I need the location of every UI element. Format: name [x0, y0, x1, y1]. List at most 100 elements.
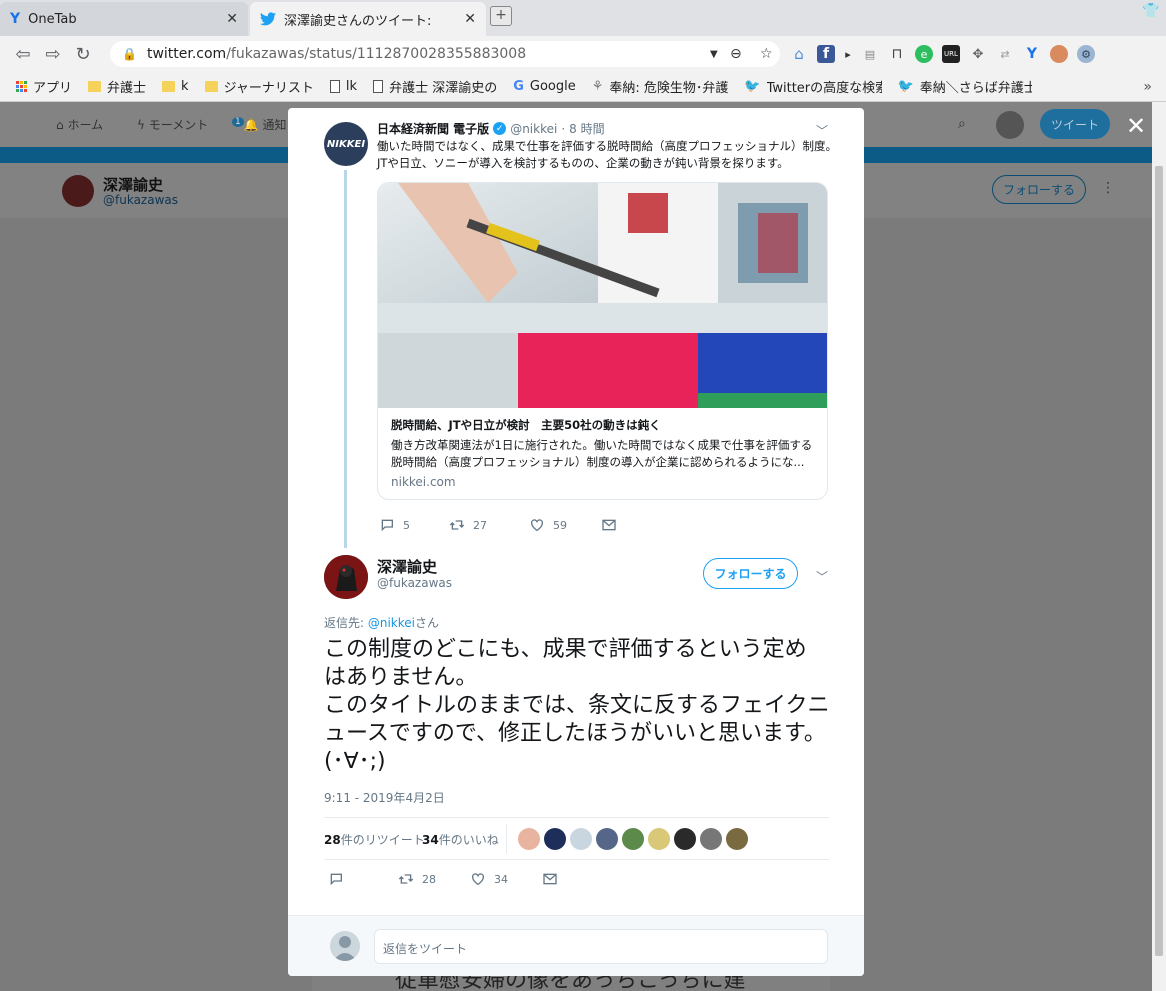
reload-icon[interactable]: ↻ — [68, 44, 98, 65]
close-tab-icon[interactable]: ✕ — [226, 11, 238, 27]
chevron-down-icon[interactable]: ﹀ — [816, 568, 828, 585]
more-icon[interactable]: ⋮ — [1101, 180, 1115, 196]
mail-icon — [543, 873, 557, 885]
retweet-stat[interactable]: 28件のリツイート — [324, 831, 425, 848]
liker-avatar[interactable] — [544, 828, 566, 850]
liker-avatar[interactable] — [570, 828, 592, 850]
nav-notifications[interactable]: 1 🔔 通知 — [232, 116, 287, 133]
fukazawa-avatar[interactable] — [324, 555, 368, 599]
home-icon[interactable]: ⌂ — [790, 45, 808, 63]
apps-grid-icon — [16, 81, 27, 92]
y-icon[interactable]: Y — [1023, 45, 1041, 63]
lock-icon: 🔒 — [122, 47, 137, 61]
scrollbar-thumb[interactable] — [1155, 166, 1163, 956]
bookmark-label: lk — [345, 79, 358, 94]
bookmark-label: 弁護士 深澤諭史の — [389, 81, 498, 96]
address-bar[interactable]: 🔒 twitter.com/fukazawas/status/111287002… — [110, 41, 780, 67]
bookmark-twitter[interactable]: 🐦 奉納＼さらば弁護士 — [898, 77, 1032, 96]
bookmark-folder[interactable]: 弁護士 — [88, 77, 146, 96]
nav-home[interactable]: ⌂ ホーム — [56, 116, 103, 133]
url-icon[interactable]: URL — [942, 45, 960, 63]
bookmark-icon[interactable]: ⊓ — [888, 45, 906, 63]
reply-suffix: さん — [415, 616, 440, 630]
user-avatar[interactable] — [996, 111, 1024, 139]
back-icon[interactable]: ⇦ — [8, 44, 38, 65]
url-host: twitter.com — [146, 46, 227, 62]
bookmark-google[interactable]: G Google — [513, 79, 576, 94]
star-icon[interactable]: ☆ — [760, 46, 773, 62]
tab-title: 深澤諭史さんのツイート: "この制 — [284, 13, 434, 29]
author-name[interactable]: 日本経済新聞 電子版 — [377, 120, 489, 137]
forward-icon[interactable]: ⇨ — [38, 44, 68, 65]
reply-input[interactable]: 返信をツイート — [374, 929, 828, 964]
profile-icon[interactable]: 👕 — [1142, 3, 1160, 21]
avatar-icon[interactable] — [1050, 45, 1068, 63]
tweet-button[interactable]: ツイート — [1040, 109, 1110, 139]
folder-icon — [162, 81, 176, 92]
author-handle[interactable]: @fukazawas — [377, 576, 452, 590]
liker-avatar[interactable] — [518, 828, 540, 850]
nikkei-avatar[interactable]: NIKKEI — [324, 122, 368, 166]
follow-button[interactable]: フォローする — [992, 175, 1086, 204]
like-action[interactable]: 59 — [529, 517, 601, 533]
bookmark-label: ジャーナリスト — [223, 81, 314, 96]
box-icon[interactable]: ▤ — [861, 45, 879, 63]
liker-avatar[interactable] — [648, 828, 670, 850]
author-name[interactable]: 深澤諭史 — [377, 556, 437, 577]
link-card[interactable]: 脱時間給、JTや日立が検討 主要50社の動きは鈍く 働き方改革関連法が1日に施行… — [377, 182, 828, 500]
document-icon — [373, 80, 384, 93]
tab-onetab[interactable]: Y OneTab ✕ — [0, 2, 248, 36]
chevron-down-icon[interactable]: ﹀ — [816, 122, 828, 139]
retweet-action[interactable]: 28 — [398, 871, 470, 887]
thread-line — [344, 170, 347, 548]
reply-action[interactable] — [328, 871, 398, 887]
nav-moments[interactable]: ϟ モーメント — [137, 116, 208, 133]
document-icon — [329, 80, 340, 93]
liker-avatar[interactable] — [674, 828, 696, 850]
bookmarks-bar: アプリ 弁護士 k ジャーナリスト lk 弁護士 深澤諭史の G Google ⚘… — [0, 72, 1166, 102]
tweet-stats: 28件のリツイート 34件のいいね — [324, 817, 829, 860]
facebook-icon[interactable]: f — [817, 45, 835, 63]
like-stat[interactable]: 34件のいいね — [422, 831, 499, 848]
follow-button[interactable]: フォローする — [703, 558, 798, 589]
more-bookmarks-icon[interactable]: » — [1143, 79, 1152, 95]
author-handle[interactable]: @nikkei — [510, 122, 557, 136]
onetab-favicon-icon: Y — [10, 11, 21, 27]
tweet-timestamp[interactable]: 9:11 - 2019年4月2日 — [324, 789, 445, 806]
reply-to-link[interactable]: @nikkei — [368, 616, 415, 630]
dropdown-icon[interactable]: ▼ — [710, 49, 718, 60]
like-action[interactable]: 34 — [470, 871, 542, 887]
liker-avatar[interactable] — [596, 828, 618, 850]
quoted-tweet-actions: 5 27 59 — [379, 517, 617, 533]
dm-action[interactable] — [601, 517, 617, 533]
liker-avatar[interactable] — [700, 828, 722, 850]
bookmark-doc[interactable]: lk — [329, 79, 358, 94]
bookmark-twitter[interactable]: 🐦 Twitterの高度な検索 — [744, 77, 881, 96]
tab-twitter[interactable]: 深澤諭史さんのツイート: "この制 ✕ — [250, 2, 486, 36]
search-icon[interactable]: ⌕ — [958, 116, 966, 132]
move-icon[interactable]: ✥ — [969, 45, 987, 63]
close-modal-icon[interactable]: ✕ — [1126, 112, 1146, 140]
tweet-time[interactable]: 8 時間 — [569, 120, 604, 137]
bookmark-other[interactable]: ⚘ 奉納: 危険生物･弁護 — [592, 77, 729, 96]
retweet-count: 27 — [473, 518, 487, 532]
card-image — [378, 183, 827, 408]
zoom-icon[interactable]: ⊖ — [730, 46, 742, 62]
bookmark-doc[interactable]: 弁護士 深澤諭史の — [373, 77, 497, 96]
liker-avatar[interactable] — [622, 828, 644, 850]
bookmark-apps[interactable]: アプリ — [16, 77, 72, 96]
liker-avatar[interactable] — [726, 828, 748, 850]
close-tab-icon[interactable]: ✕ — [464, 11, 476, 27]
gear-icon[interactable]: ⚙ — [1077, 45, 1095, 63]
folder-icon — [88, 81, 102, 92]
retweet-action[interactable]: 27 — [449, 517, 529, 533]
new-tab-button[interactable]: + — [490, 6, 512, 26]
dm-action[interactable] — [542, 871, 558, 887]
reply-action[interactable]: 5 — [379, 517, 449, 533]
link-icon[interactable]: ⇄ — [996, 45, 1014, 63]
bookmark-folder[interactable]: k — [162, 79, 189, 94]
evernote-icon[interactable]: e — [915, 45, 933, 63]
bookmark-folder[interactable]: ジャーナリスト — [204, 77, 314, 96]
profile-handle: @fukazawas — [103, 193, 178, 207]
arrow-icon[interactable]: ▸ — [844, 45, 852, 63]
